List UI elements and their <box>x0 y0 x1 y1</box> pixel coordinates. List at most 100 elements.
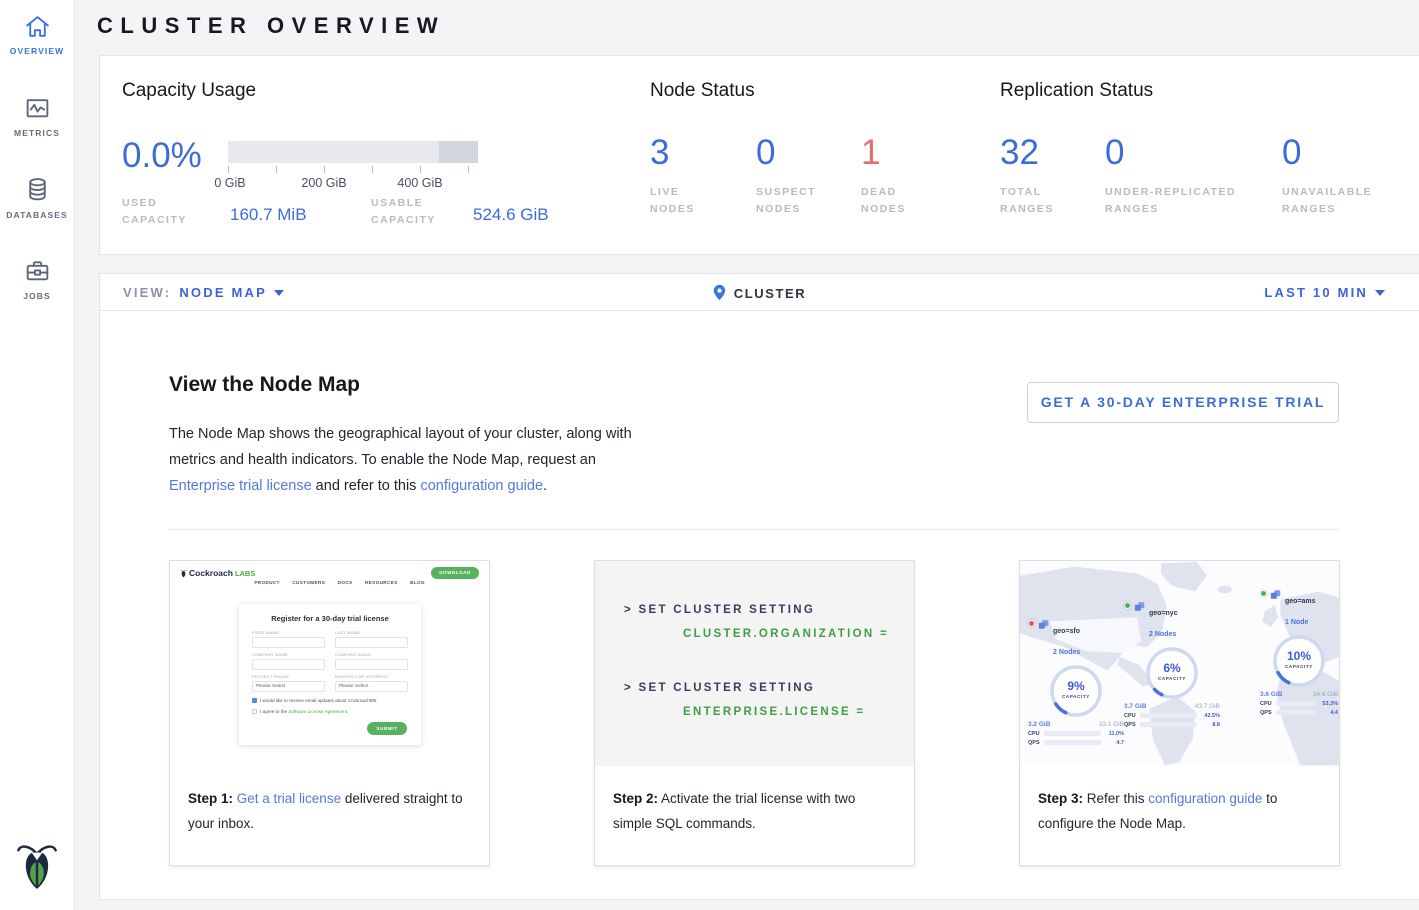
configuration-guide-link[interactable]: configuration guide <box>420 478 543 494</box>
home-icon <box>24 14 51 39</box>
capacity-gauge-bar <box>228 141 478 163</box>
total-ranges-label: TOTAL RANGES <box>1000 184 1070 218</box>
description-text: and refer to this <box>312 478 421 494</box>
cpu-label: CPU <box>1028 731 1041 737</box>
qps-meter <box>1044 740 1101 745</box>
node-map-preview: geo=sfo2 Nodes 9% CAPACITY 3.2 GiB33.1 G… <box>1020 561 1339 766</box>
capacity-percent: 0.0% <box>122 136 202 176</box>
capacity-percent: 10% <box>1271 649 1327 663</box>
description-text: . <box>543 478 547 494</box>
sidebar-item-label: OVERVIEW <box>0 46 74 56</box>
mini-select: Please Select <box>252 681 325 692</box>
sql-code-block: > SET CLUSTER SETTING CLUSTER.ORGANIZATI… <box>595 561 914 766</box>
sql-prompt-line: > SET CLUSTER SETTING <box>624 682 815 694</box>
qps-label: QPS <box>1124 722 1137 728</box>
qps-value: 8.8 <box>1200 722 1220 728</box>
capacity-percent: 9% <box>1048 679 1104 693</box>
locality-name: geo=sfo <box>1053 628 1080 635</box>
cockroachdb-logo <box>0 841 74 896</box>
scope-indicator: CLUSTER <box>100 284 1419 301</box>
mini-checkbox-label: I would like to receive email updates ab… <box>260 698 377 703</box>
unavailable-ranges-label: UNAVAILABLE RANGES <box>1282 184 1392 218</box>
used-capacity: 3.2 GiB <box>1028 721 1050 728</box>
used-capacity: 3.6 GiB <box>1260 691 1282 698</box>
get-trial-license-link[interactable]: Get a trial license <box>237 791 341 806</box>
locality-node-count: 2 Nodes <box>1149 631 1176 638</box>
mini-field-label: FIRST NAME <box>252 630 325 635</box>
mini-input <box>335 659 408 670</box>
live-nodes-count: 3 <box>650 135 710 170</box>
locality-geo-nyc: geo=nyc2 Nodes 6% CAPACITY 3.7 GiB43.7 G… <box>1124 601 1220 728</box>
cpu-label: CPU <box>1260 701 1273 707</box>
mini-field-label: LAST NAME <box>335 630 408 635</box>
sidebar-item-databases[interactable]: DATABASES <box>0 176 74 220</box>
mini-field-label: PROJECT PHASE <box>252 674 325 679</box>
metrics-icon <box>24 96 51 121</box>
location-pin-icon <box>713 284 726 301</box>
sql-prompt-line: > SET CLUSTER SETTING <box>624 604 815 616</box>
sidebar-item-label: DATABASES <box>0 210 74 220</box>
sidebar-item-jobs[interactable]: JOBS <box>0 258 74 301</box>
node-status-title: Node Status <box>650 80 755 102</box>
mini-download-button: DOWNLOAD <box>431 567 479 579</box>
step2-card: > SET CLUSTER SETTING CLUSTER.ORGANIZATI… <box>594 560 915 866</box>
mini-checkbox-checked <box>252 698 257 703</box>
configuration-guide-link[interactable]: configuration guide <box>1148 791 1262 806</box>
description-text: The Node Map shows the geographical layo… <box>169 426 632 468</box>
mini-field-label: COMPANY NAME <box>252 652 325 657</box>
cpu-value: 53.3% <box>1318 701 1338 707</box>
capacity-label: CAPACITY <box>1271 664 1327 669</box>
chevron-down-icon <box>1375 290 1385 296</box>
mini-site-nav: CockroachLABS PRODUCT CUSTOMERS DOCS RES… <box>170 561 489 587</box>
sidebar-item-metrics[interactable]: METRICS <box>0 96 74 138</box>
mini-input <box>335 637 408 648</box>
mini-checkbox-label: I agree to the Software License Agreemen… <box>260 709 348 714</box>
page-title: CLUSTER OVERVIEW <box>97 13 445 39</box>
mini-nav-links: PRODUCT CUSTOMERS DOCS RESOURCES BLOG <box>246 571 425 589</box>
mini-registration-form: Register for a 30-day trial license FIRS… <box>239 604 421 745</box>
mini-input <box>252 659 325 670</box>
enterprise-trial-license-link[interactable]: Enterprise trial license <box>169 478 312 494</box>
sql-setting-line: ENTERPRISE.LICENSE = <box>683 706 865 718</box>
gauge-tick-label: 400 GiB <box>397 176 442 190</box>
mini-nav-item: BLOG <box>410 580 425 585</box>
mini-input <box>252 637 325 648</box>
capacity-label: CAPACITY <box>1144 676 1200 681</box>
capacity-ring-gauge: 10% CAPACITY <box>1271 633 1327 689</box>
sidebar-item-overview[interactable]: OVERVIEW <box>0 14 74 56</box>
unavailable-ranges-count: 0 <box>1282 135 1392 170</box>
time-range-selector[interactable]: LAST 10 MIN <box>1264 285 1385 300</box>
gauge-tick-label: 200 GiB <box>301 176 346 190</box>
cpu-value: 42.5% <box>1200 713 1220 719</box>
node-map-description: The Node Map shows the geographical layo… <box>169 421 649 499</box>
view-bar: VIEW:NODE MAP CLUSTER LAST 10 MIN <box>99 273 1419 311</box>
mini-nav-item: DOCS <box>338 580 353 585</box>
used-capacity: 3.7 GiB <box>1124 703 1146 710</box>
cpu-meter <box>1276 701 1315 706</box>
nodes-cube-icon <box>1270 589 1282 600</box>
mini-nav-item: CUSTOMERS <box>292 580 325 585</box>
suspect-nodes-label: SUSPECT NODES <box>756 184 826 218</box>
used-capacity-value: 160.7 MiB <box>230 205 307 225</box>
dead-nodes-label: DEAD NODES <box>861 184 921 218</box>
total-ranges-count: 32 <box>1000 135 1070 170</box>
logo-text: Cockroach <box>189 568 233 578</box>
qps-label: QPS <box>1260 710 1273 716</box>
enterprise-trial-button[interactable]: GET A 30-DAY ENTERPRISE TRIAL <box>1027 382 1339 423</box>
cpu-meter <box>1044 731 1101 736</box>
total-capacity: 43.7 GiB <box>1195 703 1220 710</box>
qps-value: 4.4 <box>1318 710 1338 716</box>
sql-setting-line: CLUSTER.ORGANIZATION = <box>683 628 889 640</box>
dead-nodes-count: 1 <box>861 135 921 170</box>
replication-status-title: Replication Status <box>1000 80 1153 102</box>
capacity-gauge: 0 GiB 200 GiB 400 GiB <box>228 141 478 192</box>
usable-capacity-value: 524.6 GiB <box>473 205 549 225</box>
locality-name: geo=nyc <box>1149 610 1178 617</box>
step1-caption: Step 1: Get a trial license delivered st… <box>170 786 489 836</box>
step1-card: CockroachLABS PRODUCT CUSTOMERS DOCS RES… <box>169 560 490 866</box>
mini-field-label: COMPANY EMAIL <box>335 652 408 657</box>
mini-nav-item: PRODUCT <box>254 580 280 585</box>
nodes-cube-icon <box>1038 619 1050 630</box>
cluster-summary-panel: Capacity Usage 0.0% 0 GiB 200 GiB 400 Gi… <box>99 55 1419 255</box>
mini-cockroach-labs-logo: CockroachLABS <box>180 568 255 578</box>
